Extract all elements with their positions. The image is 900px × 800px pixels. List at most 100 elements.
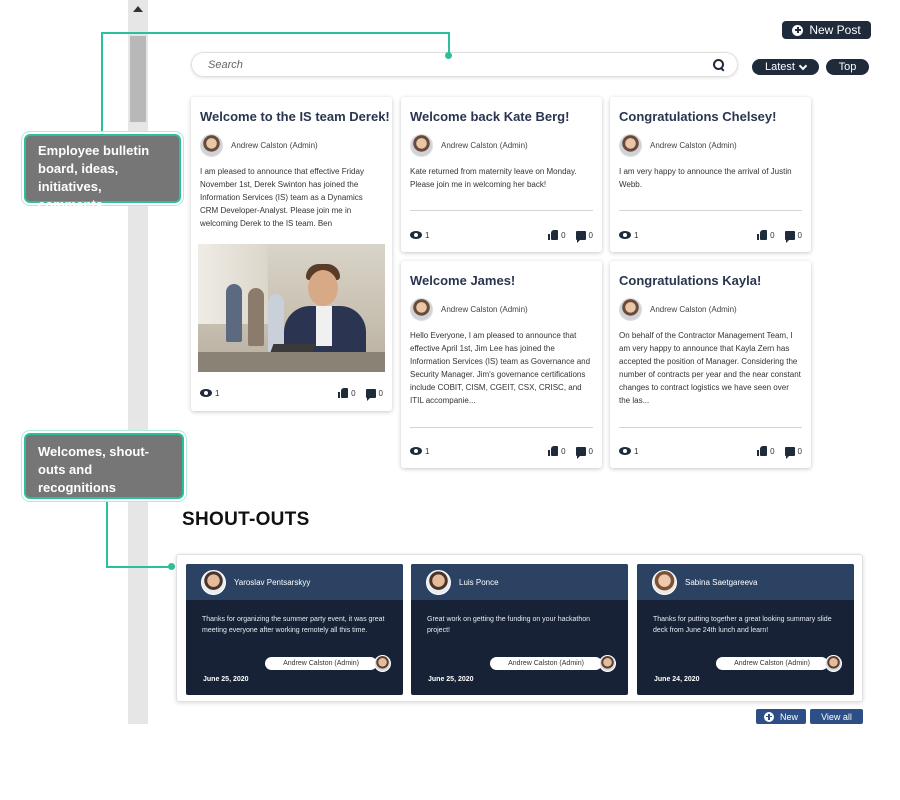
scroll-thumb[interactable] xyxy=(130,36,146,122)
post-author: Andrew Calston (Admin) xyxy=(441,305,528,314)
author-avatar xyxy=(410,134,433,157)
shoutout-header: Yaroslav Pentsarskyy xyxy=(186,564,403,600)
post-card[interactable]: Welcome back Kate Berg! Andrew Calston (… xyxy=(401,97,602,252)
callout-dot xyxy=(168,563,175,570)
like-button[interactable]: 0 xyxy=(326,388,356,398)
card-divider xyxy=(619,210,802,211)
shoutout-date: June 25, 2020 xyxy=(203,676,249,683)
post-body: I am very happy to announce the arrival … xyxy=(619,167,792,189)
author-avatar xyxy=(619,298,642,321)
sender-name: Andrew Calston (Admin) xyxy=(716,657,828,670)
new-shoutout-label: New xyxy=(779,711,798,722)
callout-connector-line xyxy=(106,499,108,567)
shoutouts-panel: Yaroslav Pentsarskyy Thanks for organizi… xyxy=(176,554,863,702)
recipient-avatar xyxy=(201,569,226,595)
thumbs-up-icon xyxy=(757,446,768,456)
shoutout-message: Thanks for organizing the summer party e… xyxy=(202,616,385,634)
post-card[interactable]: Congratulations Kayla! Andrew Calston (A… xyxy=(610,261,811,468)
post-author-row: Andrew Calston (Admin) xyxy=(410,134,593,157)
post-author: Andrew Calston (Admin) xyxy=(650,305,737,314)
shoutout-sender: Andrew Calston (Admin) xyxy=(265,655,391,672)
like-button[interactable]: 0 xyxy=(536,446,566,456)
post-title[interactable]: Congratulations Kayla! xyxy=(619,273,802,289)
vertical-scrollbar[interactable] xyxy=(128,0,148,724)
post-title[interactable]: Welcome James! xyxy=(410,273,593,289)
comment-icon xyxy=(784,446,795,459)
post-stats: 1 0 0 xyxy=(410,445,593,459)
thumbs-up-icon xyxy=(548,446,559,456)
post-title[interactable]: Congratulations Chelsey! xyxy=(619,109,802,125)
view-all-label: View all xyxy=(821,711,852,722)
shoutouts-heading: SHOUT-OUTS xyxy=(182,509,310,530)
post-card[interactable]: Welcome James! Andrew Calston (Admin) He… xyxy=(401,261,602,468)
new-shoutout-button[interactable]: New xyxy=(756,709,806,724)
comment-button[interactable]: 0 xyxy=(775,446,802,459)
author-avatar xyxy=(619,134,642,157)
shoutout-card[interactable]: Sabina Saetgareeva Thanks for putting to… xyxy=(637,564,854,695)
comment-count: 0 xyxy=(588,446,593,456)
sort-latest-label: Latest xyxy=(765,61,795,73)
card-divider xyxy=(619,427,802,428)
card-divider xyxy=(410,427,593,428)
comment-button[interactable]: 0 xyxy=(566,230,593,243)
view-count: 1 xyxy=(634,230,639,240)
thumbs-up-icon xyxy=(548,230,559,240)
view-count: 1 xyxy=(425,446,430,456)
search-icon[interactable] xyxy=(713,58,725,71)
post-author-row: Andrew Calston (Admin) xyxy=(410,298,593,321)
post-author: Andrew Calston (Admin) xyxy=(231,141,318,150)
callout-bulletin: Employee bulletin board, ideas, initiati… xyxy=(24,134,181,212)
callout-connector-line xyxy=(101,32,450,34)
post-author-row: Andrew Calston (Admin) xyxy=(619,298,802,321)
view-all-button[interactable]: View all xyxy=(810,709,863,724)
recipient-name: Sabina Saetgareeva xyxy=(685,577,758,587)
callout-dot xyxy=(445,52,452,59)
post-card[interactable]: Welcome to the IS team Derek! Andrew Cal… xyxy=(191,97,392,411)
post-body: Kate returned from maternity leave on Mo… xyxy=(410,167,577,189)
post-stats: 1 0 0 xyxy=(410,229,593,243)
comment-button[interactable]: 0 xyxy=(775,230,802,243)
post-photo xyxy=(198,244,385,372)
eye-icon xyxy=(619,231,631,239)
shoutout-message: Great work on getting the funding on you… xyxy=(427,616,591,634)
post-title[interactable]: Welcome back Kate Berg! xyxy=(410,109,593,125)
sort-top-button[interactable]: Top xyxy=(826,59,869,75)
shoutout-card[interactable]: Luis Ponce Great work on getting the fun… xyxy=(411,564,628,695)
comment-icon xyxy=(784,230,795,243)
post-body: On behalf of the Contractor Management T… xyxy=(619,331,801,405)
view-count: 1 xyxy=(634,446,639,456)
new-post-button[interactable]: New Post xyxy=(782,21,871,39)
like-button[interactable]: 0 xyxy=(536,230,566,240)
post-stats: 1 0 0 xyxy=(619,229,802,243)
recipient-name: Luis Ponce xyxy=(459,577,499,587)
sender-name: Andrew Calston (Admin) xyxy=(265,657,377,670)
comment-icon xyxy=(365,388,376,401)
like-button[interactable]: 0 xyxy=(745,446,775,456)
shoutout-sender: Andrew Calston (Admin) xyxy=(490,655,616,672)
like-button[interactable]: 0 xyxy=(745,230,775,240)
eye-icon xyxy=(410,231,422,239)
recipient-name: Yaroslav Pentsarskyy xyxy=(234,577,311,587)
card-divider xyxy=(410,210,593,211)
comment-count: 0 xyxy=(797,230,802,240)
shoutout-card[interactable]: Yaroslav Pentsarskyy Thanks for organizi… xyxy=(186,564,403,695)
comment-count: 0 xyxy=(378,388,383,398)
recipient-avatar xyxy=(426,569,451,595)
new-post-label: New Post xyxy=(809,23,861,37)
sort-latest-dropdown[interactable]: Latest xyxy=(752,59,819,75)
view-count: 1 xyxy=(425,230,430,240)
search-bar[interactable] xyxy=(191,52,738,77)
post-author-row: Andrew Calston (Admin) xyxy=(619,134,802,157)
post-author: Andrew Calston (Admin) xyxy=(650,141,737,150)
post-title[interactable]: Welcome to the IS team Derek! xyxy=(200,109,390,125)
comment-button[interactable]: 0 xyxy=(566,446,593,459)
search-input[interactable] xyxy=(208,58,713,71)
view-count: 1 xyxy=(215,388,220,398)
eye-icon xyxy=(200,389,212,397)
comment-button[interactable]: 0 xyxy=(356,388,383,401)
author-avatar xyxy=(410,298,433,321)
post-card[interactable]: Congratulations Chelsey! Andrew Calston … xyxy=(610,97,811,252)
scroll-up-arrow-icon[interactable] xyxy=(128,2,148,16)
callout-connector-line xyxy=(101,32,103,134)
plus-circle-icon xyxy=(792,24,804,36)
